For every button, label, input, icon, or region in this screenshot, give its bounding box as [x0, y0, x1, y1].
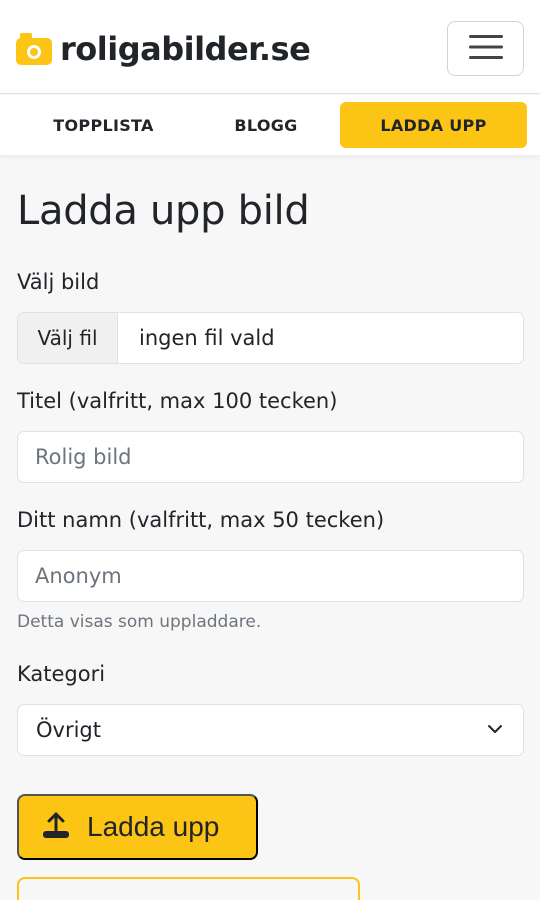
- nav-item-blogg[interactable]: BLOGG: [182, 102, 350, 148]
- name-label: Ditt namn (valfritt, max 50 tecken): [17, 508, 385, 532]
- category-selected-value: Övrigt: [36, 718, 101, 742]
- upload-button[interactable]: Ladda upp: [17, 794, 258, 860]
- nav-item-topplista[interactable]: TOPPLISTA: [16, 102, 191, 148]
- category-label: Kategori: [17, 662, 106, 686]
- name-placeholder: Anonym: [35, 564, 122, 588]
- upload-button-label: Ladda upp: [87, 811, 220, 842]
- logo-text: roligabilder.se: [60, 30, 311, 68]
- image-label: Välj bild: [17, 270, 100, 294]
- menu-toggle-button[interactable]: [447, 21, 524, 76]
- chevron-down-icon: [487, 721, 503, 737]
- main-nav: TOPPLISTA BLOGG LADDA UPP: [0, 95, 540, 155]
- name-help-text: Detta visas som uppladdare.: [17, 612, 262, 632]
- site-header: roligabilder.se: [0, 0, 540, 94]
- name-input[interactable]: Anonym: [17, 550, 524, 602]
- page-title: Ladda upp bild: [17, 188, 310, 234]
- upload-icon: [41, 812, 71, 843]
- title-placeholder: Rolig bild: [35, 445, 132, 469]
- category-select[interactable]: Övrigt: [17, 704, 524, 756]
- site-logo[interactable]: roligabilder.se: [16, 30, 311, 68]
- secondary-button[interactable]: [17, 877, 360, 900]
- title-input[interactable]: Rolig bild: [17, 431, 524, 483]
- title-label: Titel (valfritt, max 100 tecken): [17, 389, 338, 413]
- file-input[interactable]: Välj fil ingen fil vald: [17, 312, 524, 364]
- hamburger-menu-icon: [468, 34, 503, 63]
- file-name-text: ingen fil vald: [139, 326, 275, 350]
- nav-item-ladda-upp[interactable]: LADDA UPP: [340, 102, 527, 148]
- camera-icon: [16, 33, 52, 65]
- choose-file-button[interactable]: Välj fil: [18, 313, 118, 363]
